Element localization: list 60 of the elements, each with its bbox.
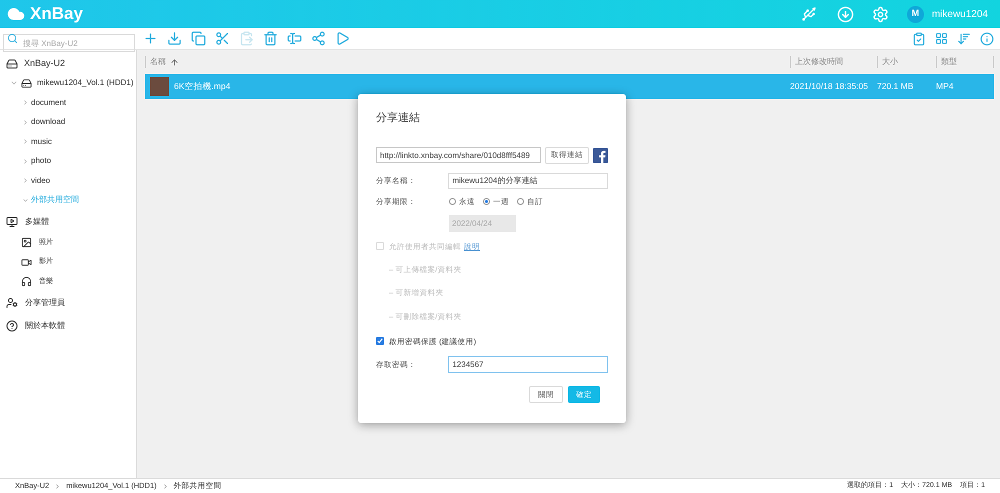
sidebar-item[interactable]: 關於本軟體 — [25, 320, 65, 332]
cloud-logo-icon — [6, 5, 26, 23]
help-icon — [6, 320, 18, 332]
chevron-icon[interactable] — [22, 99, 29, 106]
user-icon — [6, 297, 18, 309]
chevron-icon[interactable] — [22, 138, 29, 146]
table-cell-text: 720.1 MB — [877, 80, 914, 93]
image-icon — [21, 237, 32, 248]
play-icon[interactable] — [335, 31, 350, 46]
folder-item[interactable]: document — [31, 96, 66, 109]
sort-icon[interactable] — [957, 32, 971, 46]
download-icon[interactable] — [167, 31, 182, 46]
folder-item[interactable]: download — [31, 116, 66, 128]
chevron-icon[interactable] — [10, 79, 18, 87]
sidebar-item[interactable]: 分享管理員 — [25, 297, 65, 309]
monitor-icon — [6, 216, 18, 228]
settings-icon[interactable] — [872, 6, 889, 22]
checkbox[interactable] — [376, 337, 384, 346]
sidebar-item[interactable]: mikewu1204_Vol.1 (HDD1) — [37, 77, 134, 89]
facebook-icon[interactable] — [593, 148, 608, 162]
usb-icon[interactable] — [800, 6, 817, 22]
drive-icon — [6, 58, 18, 70]
scissors-icon[interactable] — [215, 31, 230, 46]
sidebar-item[interactable]: XnBay-U2 — [24, 57, 66, 71]
folder-item[interactable]: photo — [31, 155, 52, 168]
folder-item[interactable]: video — [31, 174, 50, 187]
share-name-field[interactable]: mikewu1204的分享連結 — [448, 172, 608, 188]
dialog-title: 分享連結 — [376, 110, 421, 126]
sidebar-item[interactable]: 多媒體 — [25, 216, 49, 228]
chevron-icon — [54, 482, 62, 490]
download-icon[interactable] — [836, 6, 854, 22]
rename-icon[interactable] — [287, 31, 302, 46]
chevron-icon[interactable] — [22, 196, 29, 204]
trash-icon[interactable] — [263, 31, 278, 46]
chevron-icon[interactable] — [22, 158, 29, 165]
table-cell-text: MP4 — [936, 80, 954, 93]
search-field[interactable]: 搜尋 XnBay-U2 — [3, 34, 135, 52]
radio-button[interactable] — [483, 198, 490, 205]
headphones-icon — [21, 276, 32, 288]
clipboard-icon[interactable] — [912, 32, 926, 46]
radio-button[interactable] — [517, 198, 524, 205]
thumbnail-placeholder — [150, 77, 169, 96]
info-icon[interactable] — [980, 32, 994, 46]
video-icon — [21, 256, 32, 268]
password-field[interactable]: 1234567 — [448, 356, 608, 373]
chevron-icon[interactable] — [22, 177, 29, 184]
search-icon — [7, 33, 18, 44]
file-name: 6K空拍機.mp4 — [174, 80, 232, 93]
radio-button[interactable] — [449, 198, 456, 205]
link-field[interactable]: http://linkto.xnbay.com/share/010d8fff5489 — [376, 147, 541, 163]
app-logo: XnBay — [30, 3, 83, 26]
share-icon[interactable] — [311, 31, 326, 46]
copy-icon[interactable] — [191, 31, 206, 46]
grid-view-icon[interactable] — [935, 32, 948, 45]
sort-arrow-icon — [170, 58, 179, 66]
chevron-icon — [162, 482, 169, 490]
table-cell-text: 2021/10/18 18:35:05 — [790, 80, 869, 93]
add-icon[interactable] — [143, 31, 158, 46]
chevron-icon[interactable] — [22, 118, 29, 126]
folder-item[interactable]: music — [31, 136, 52, 148]
